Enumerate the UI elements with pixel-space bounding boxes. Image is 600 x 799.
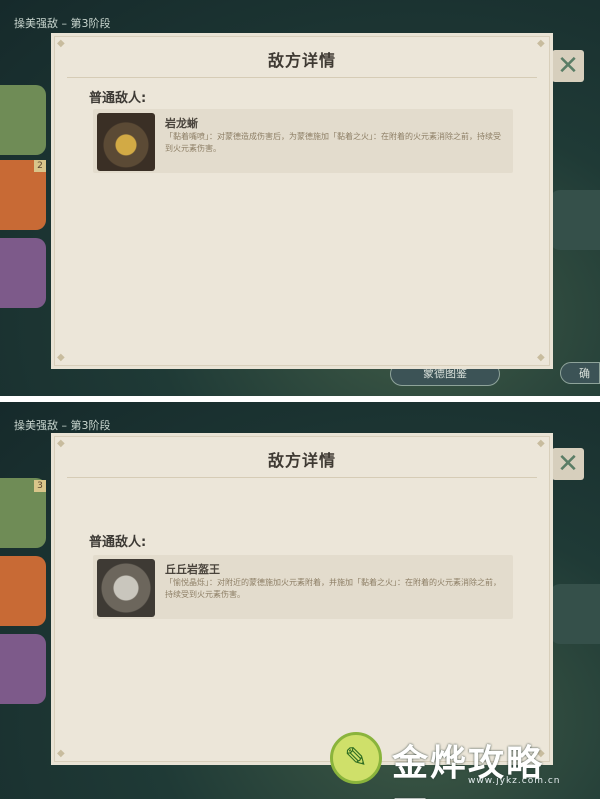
enemy-card[interactable]	[0, 238, 46, 308]
side-card[interactable]	[550, 190, 600, 250]
enemy-entry[interactable]: 岩龙蜥 「黏着嘴喷」：对蒙德造成伤害后，为蒙德施加「黏着之火」：在附着的火元素消…	[93, 109, 513, 173]
breadcrumb: 操美强敌 – 第3阶段	[14, 419, 111, 432]
watermark-url: www.jykz.com.cn	[468, 776, 561, 786]
enemy-description: 「黏着嘴喷」：对蒙德造成伤害后，为蒙德施加「黏着之火」：在附着的火元素消除之前，…	[165, 132, 501, 153]
enemy-card[interactable]	[0, 634, 46, 704]
enemy-details-dialog: ◆ ◆ ◆ ◆ 敌方详情 普通敌人: 岩龙蜥 「黏着嘴喷」：对蒙德造成伤害后，为…	[54, 36, 550, 366]
count-badge: 2	[34, 160, 46, 172]
screenshot-panel-1: 操美强敌 – 第3阶段 2 ✕ 蒙德图鉴 确 ◆ ◆ ◆ ◆ 敌方详情 普通敌人…	[0, 0, 600, 396]
enemy-description: 「愉悦晶烁」：对附近的蒙德施加火元素附着，并施加「黏着之火」：在附着的火元素消除…	[165, 578, 501, 599]
watermark-logo-text: 金烨攻略网	[392, 743, 545, 799]
enemy-card[interactable]	[0, 85, 46, 155]
section-label: 普通敌人:	[89, 91, 147, 106]
enemy-card[interactable]	[0, 556, 46, 626]
close-icon[interactable]: ✕	[552, 50, 584, 82]
breadcrumb: 操美强敌 – 第3阶段	[14, 17, 111, 30]
screenshot-panel-2: 操美强敌 – 第3阶段 3 ✕ ◆ ◆ ◆ ◆ 敌方详情 普通敌人: 丘丘岩盔王…	[0, 402, 600, 799]
title-divider	[67, 77, 537, 78]
enemy-name: 丘丘岩盔王	[165, 563, 220, 576]
dialog-title: 敌方详情	[267, 451, 336, 470]
close-icon[interactable]: ✕	[552, 448, 584, 480]
section-label: 普通敌人:	[89, 535, 147, 550]
corner-ornament: ◆	[537, 352, 545, 363]
dialog-title: 敌方详情	[267, 51, 336, 70]
side-card[interactable]	[550, 584, 600, 644]
enemy-portrait	[97, 559, 155, 617]
corner-ornament: ◆	[57, 748, 65, 759]
enemy-portrait	[97, 113, 155, 171]
enemy-details-dialog: ◆ ◆ ◆ ◆ 敌方详情 普通敌人: 丘丘岩盔王 「愉悦晶烁」：对附近的蒙德施加…	[54, 436, 550, 762]
count-badge: 3	[34, 480, 46, 492]
title-divider	[67, 477, 537, 478]
enemy-name: 岩龙蜥	[165, 117, 198, 130]
corner-ornament: ◆	[57, 352, 65, 363]
site-watermark: ✎ 金烨攻略网 www.jykz.com.cn	[330, 732, 580, 799]
enemy-entry[interactable]: 丘丘岩盔王 「愉悦晶烁」：对附近的蒙德施加火元素附着，并施加「黏着之火」：在附着…	[93, 555, 513, 619]
confirm-button[interactable]: 确	[560, 362, 600, 384]
leaf-logo-icon: ✎	[330, 732, 382, 784]
